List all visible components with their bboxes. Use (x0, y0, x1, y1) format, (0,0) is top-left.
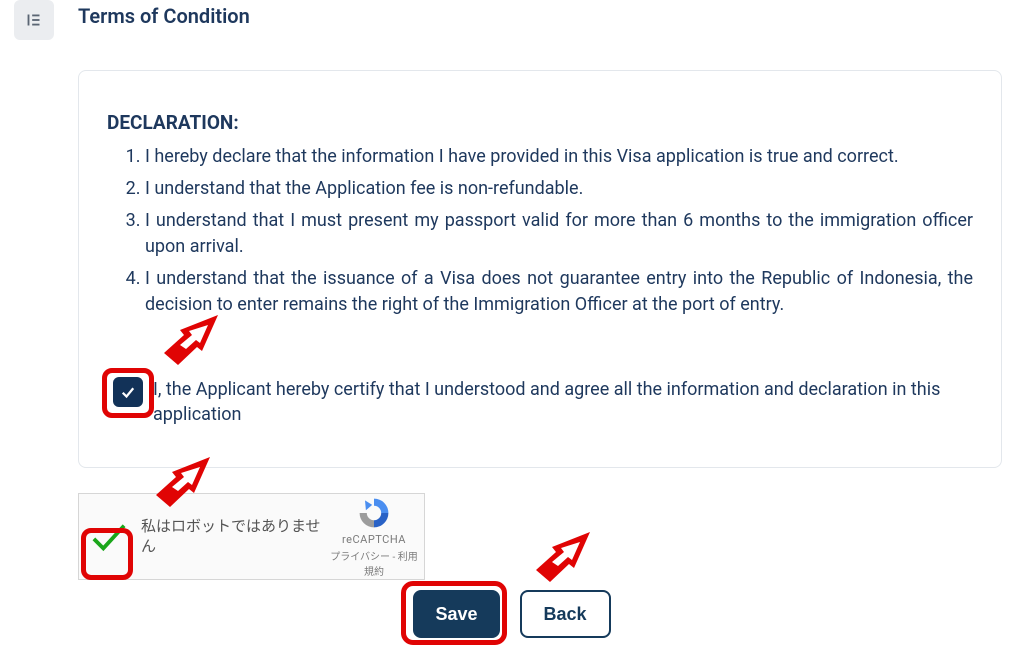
declaration-list: I hereby declare that the information I … (145, 144, 973, 319)
recaptcha-widget: 私はロボットではありません reCAPTCHA プライバシー - 利用規約 (78, 493, 425, 580)
save-button[interactable]: Save (413, 590, 499, 638)
declaration-item: I understand that the Application fee is… (145, 176, 973, 202)
declaration-item: I understand that the issuance of a Visa… (145, 266, 973, 318)
recaptcha-logo-icon (356, 495, 392, 531)
declaration-item: I understand that I must present my pass… (145, 208, 973, 260)
back-button[interactable]: Back (520, 590, 611, 638)
declaration-heading: DECLARATION: (107, 111, 973, 134)
page-title: Terms of Condition (78, 4, 250, 28)
agree-label: I, the Applicant hereby certify that I u… (153, 377, 973, 427)
recaptcha-label: 私はロボットではありません (139, 517, 330, 556)
recaptcha-checkbox[interactable] (90, 520, 128, 554)
button-row: Save Back (0, 590, 1024, 638)
recaptcha-links: プライバシー - 利用規約 (330, 548, 418, 578)
recaptcha-privacy-link[interactable]: プライバシー (330, 552, 390, 563)
declaration-item: I hereby declare that the information I … (145, 144, 973, 170)
agree-row: I, the Applicant hereby certify that I u… (107, 377, 973, 427)
recaptcha-brand: reCAPTCHA (330, 533, 418, 546)
document-list-icon (14, 0, 54, 40)
agree-checkbox[interactable] (113, 377, 143, 407)
terms-card: DECLARATION: I hereby declare that the i… (78, 70, 1002, 468)
annotation-arrow-icon (530, 522, 600, 582)
